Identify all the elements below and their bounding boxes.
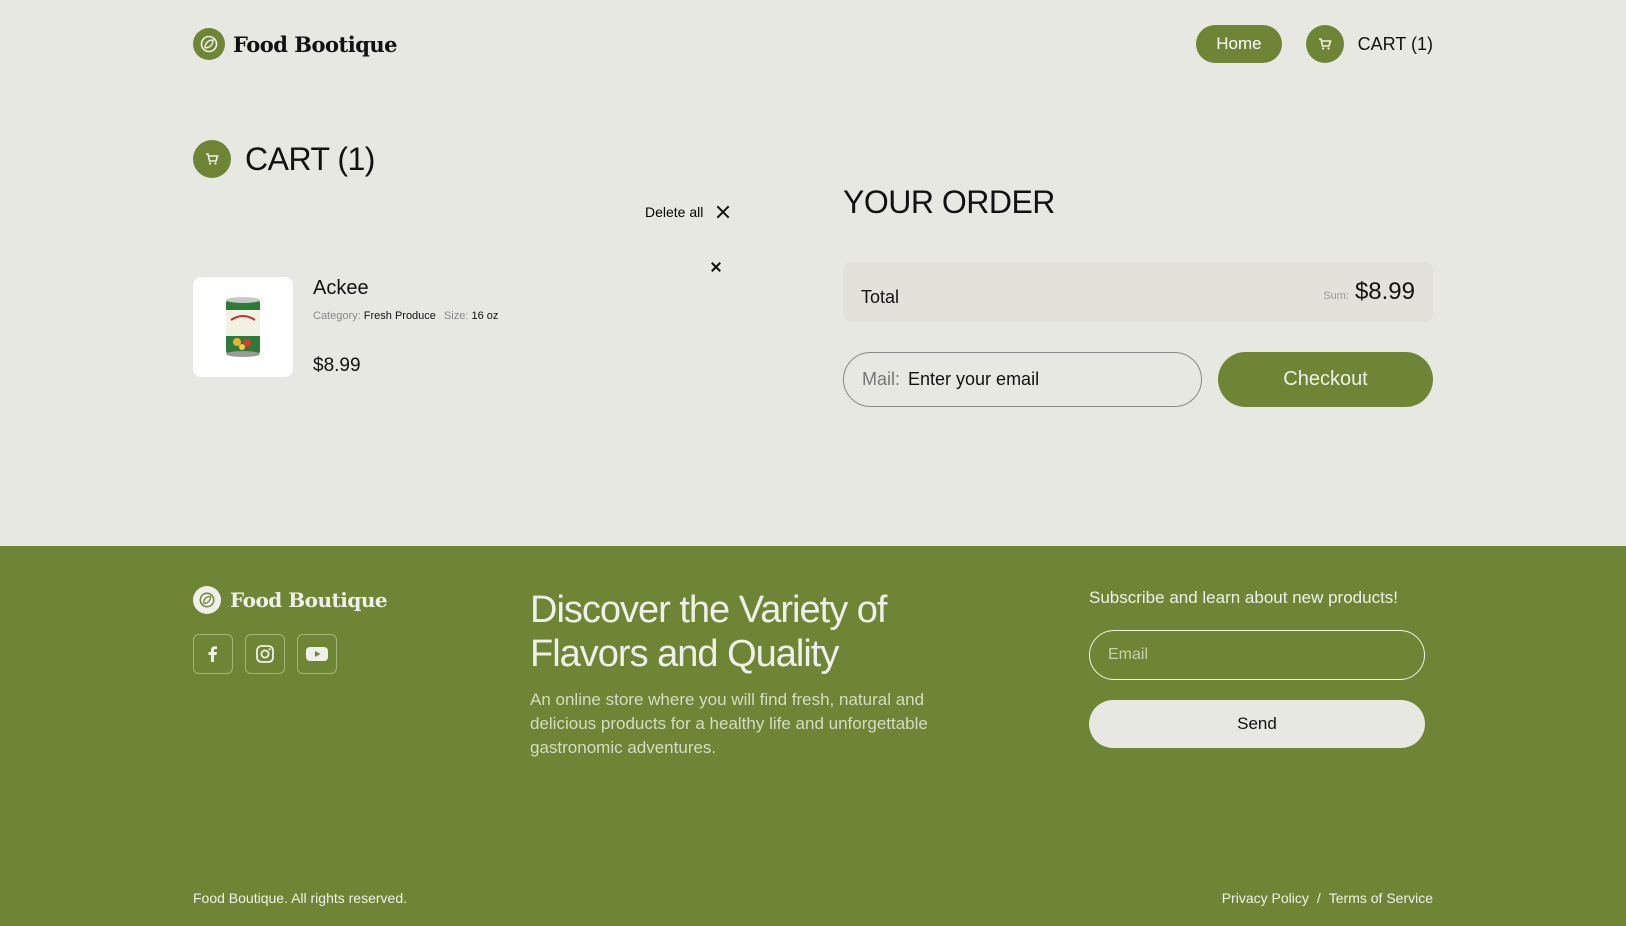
remove-item-icon[interactable] [710,261,722,273]
footer-logo[interactable]: Food Boutique [193,586,388,614]
legal-links: Privacy Policy / Terms of Service [1222,890,1433,906]
product-image[interactable] [193,277,293,377]
instagram-icon [256,645,274,663]
item-price: $8.99 [313,355,361,376]
item-name[interactable]: Ackee [313,277,369,300]
footer-description: An online store where you will find fres… [530,690,928,757]
facebook-link[interactable] [193,634,233,674]
footer-heading: Discover the Variety of Flavors and Qual… [530,589,887,675]
facebook-icon [208,646,217,662]
cart-icon [193,140,231,178]
item-meta: Category: Fresh Produce Size: 16 oz [313,310,498,322]
item-size: Size: 16 oz [444,310,498,322]
checkout-button[interactable]: Checkout [1218,352,1433,407]
legal-separator: / [1316,890,1321,906]
cart-nav-link[interactable]: CART (1) [1305,25,1433,63]
cart-heading: CART (1) [193,140,375,178]
order-total: Total Sum: $8.99 [843,262,1433,322]
terms-of-service-link[interactable]: Terms of Service [1329,890,1433,906]
social-links [193,634,337,674]
cart-icon [1305,25,1344,63]
order-email-input[interactable] [908,369,1169,390]
brand-logo[interactable]: Food Bootique [193,28,398,60]
item-category: Category: Fresh Produce [313,310,436,322]
subscribe-email-field [1089,630,1425,680]
leaf-logo-icon [193,586,221,614]
sum-label: Sum: [1323,290,1349,302]
subscribe-email-input[interactable] [1108,646,1406,664]
site-header: Food Bootique Home CART (1) [193,24,1433,64]
delete-all-button[interactable]: Delete all [645,204,731,220]
site-footer: Food Boutique Discover the Variety of Fl… [0,546,1626,926]
copyright: Food Boutique. All rights reserved. [193,890,408,906]
youtube-link[interactable] [297,634,337,674]
privacy-policy-link[interactable]: Privacy Policy [1222,890,1309,906]
leaf-logo-icon [193,28,225,60]
delete-all-label: Delete all [645,204,704,220]
page-title: CART (1) [245,140,375,177]
main-nav: Home CART (1) [1196,25,1433,63]
order-email-field: Mail: [843,352,1202,407]
youtube-icon [306,647,328,661]
brand-name: Food Bootique [233,31,398,57]
sum-value: $8.99 [1354,278,1415,305]
send-button[interactable]: Send [1089,700,1425,748]
mail-label: Mail: [862,369,901,389]
instagram-link[interactable] [245,634,285,674]
category-value: Fresh Produce [363,310,436,322]
footer-brand-name: Food Boutique [230,588,388,612]
size-value: 16 oz [471,310,499,322]
total-sum: Sum: $8.99 [1323,278,1415,306]
category-label: Category: [313,310,361,322]
size-label: Size: [443,310,469,322]
cart-nav-label: CART (1) [1357,33,1433,54]
total-label: Total [861,286,900,307]
close-icon [715,204,731,220]
subscribe-title: Subscribe and learn about new products! [1089,588,1399,607]
order-title: YOUR ORDER [843,184,1055,220]
home-button[interactable]: Home [1196,25,1282,63]
